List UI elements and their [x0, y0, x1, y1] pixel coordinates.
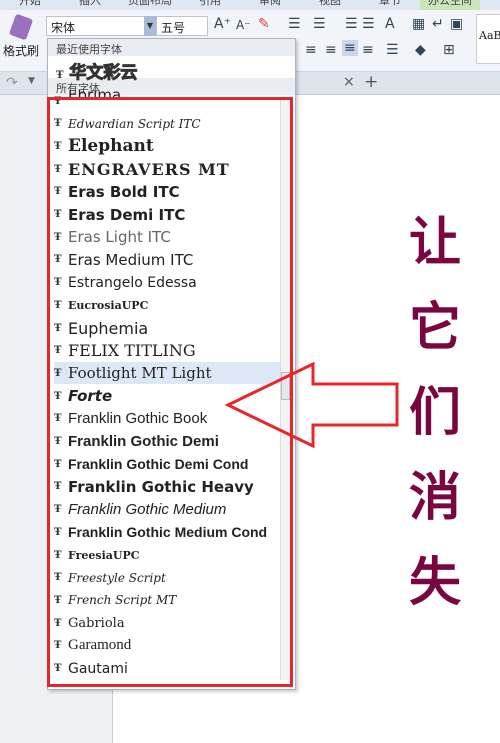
annotation-char: 它 — [408, 298, 461, 358]
annotation-char: 失 — [408, 553, 461, 613]
annotation-char: 让 — [408, 213, 461, 273]
annotation-char: 消 — [408, 468, 461, 528]
left-arrow-icon — [224, 361, 399, 449]
annotation-char: 们 — [408, 383, 461, 443]
